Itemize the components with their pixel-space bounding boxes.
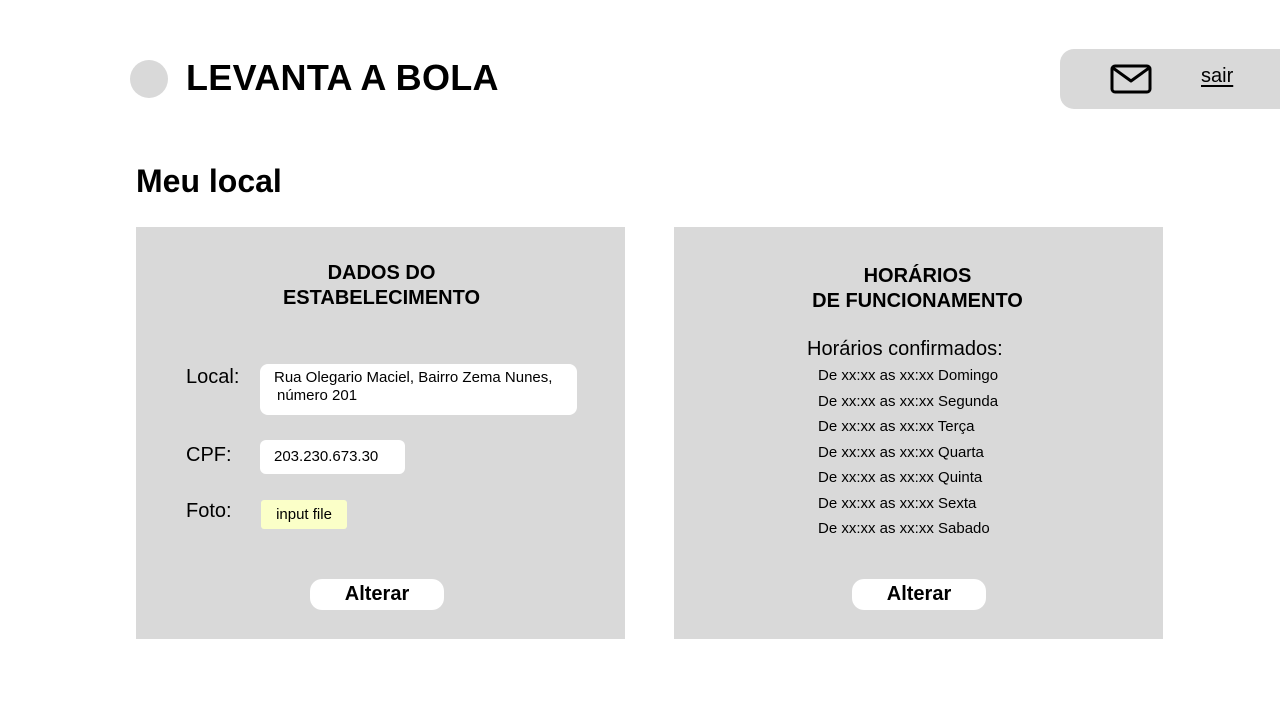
local-label: Local:: [186, 366, 240, 388]
local-value-line2: número 201: [277, 387, 358, 404]
page-title: Meu local: [136, 163, 282, 199]
schedule-list: De xx:xx as xx:xx Domingo De xx:xx as xx…: [818, 367, 998, 546]
top-nav-bar: sair: [1060, 49, 1280, 109]
schedule-item-quarta: De xx:xx as xx:xx Quarta: [818, 443, 984, 461]
photo-file-input[interactable]: input file: [261, 500, 347, 529]
hours-panel: HORÁRIOS DE FUNCIONAMENTO Horários confi…: [674, 227, 1163, 639]
cpf-label: CPF:: [186, 444, 232, 466]
hours-heading: HORÁRIOS DE FUNCIONAMENTO: [672, 264, 1163, 314]
mail-icon[interactable]: [1110, 64, 1152, 94]
cpf-field[interactable]: 203.230.673.30: [260, 440, 405, 474]
schedule-item-segunda: De xx:xx as xx:xx Segunda: [818, 392, 999, 410]
establishment-heading-line1: DADOS DO: [327, 262, 436, 284]
schedule-item-sabado: De xx:xx as xx:xx Sabado: [818, 520, 990, 537]
logout-link[interactable]: sair: [1201, 65, 1233, 88]
logo: [130, 60, 168, 98]
schedule-item-terca: De xx:xx as xx:xx Terça: [818, 418, 975, 435]
schedule-item-sexta: De xx:xx as xx:xx Sexta: [818, 494, 977, 512]
hours-heading-line2: DE FUNCIONAMENTO: [812, 290, 1023, 312]
alter-hours-button[interactable]: Alterar: [852, 579, 986, 610]
establishment-panel: DADOS DO ESTABELECIMENTO Local: Rua Oleg…: [136, 227, 625, 639]
confirmed-hours-label: Horários confirmados:: [807, 338, 1003, 360]
local-value-line1: Rua Olegario Maciel, Bairro Zema Nunes,: [274, 369, 553, 386]
hours-heading-line1: HORÁRIOS: [863, 265, 972, 287]
establishment-heading: DADOS DO ESTABELECIMENTO: [138, 261, 625, 311]
alter-establishment-button[interactable]: Alterar: [310, 579, 444, 610]
local-field[interactable]: Rua Olegario Maciel, Bairro Zema Nunes, …: [260, 364, 577, 415]
app-title: LEVANTA A BOLA: [186, 57, 499, 98]
establishment-heading-line2: ESTABELECIMENTO: [282, 287, 481, 309]
photo-label: Foto:: [186, 500, 232, 522]
schedule-item-quinta: De xx:xx as xx:xx Quinta: [818, 469, 983, 486]
schedule-item-domingo: De xx:xx as xx:xx Domingo: [818, 367, 999, 384]
